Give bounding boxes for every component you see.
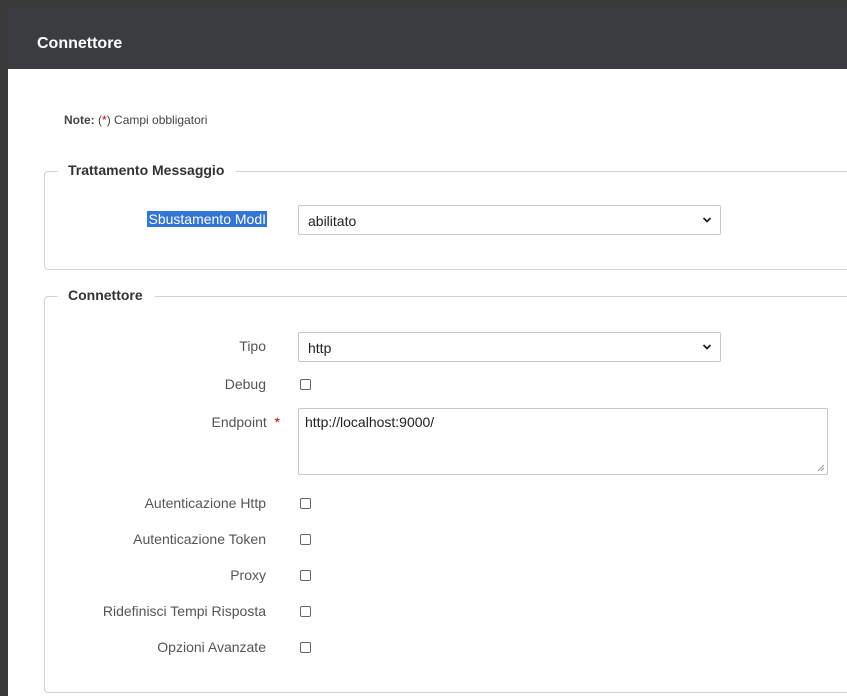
label-debug: Debug bbox=[224, 376, 266, 392]
tipo-value: http bbox=[308, 340, 332, 356]
autenticazione-token-checkbox[interactable] bbox=[300, 534, 311, 545]
page-header: Connettore bbox=[8, 8, 847, 69]
note-prefix: Note: bbox=[64, 113, 95, 127]
tipo-select[interactable]: http bbox=[298, 332, 721, 362]
autenticazione-http-checkbox[interactable] bbox=[300, 498, 311, 509]
label-endpoint-text: Endpoint bbox=[211, 414, 267, 430]
label-autenticazione-token: Autenticazione Token bbox=[133, 531, 266, 547]
label-autenticazione-http: Autenticazione Http bbox=[144, 495, 266, 511]
label-ridefinisci-tempi-risposta: Ridefinisci Tempi Risposta bbox=[102, 603, 266, 619]
resize-grip-icon[interactable] bbox=[817, 464, 825, 472]
label-endpoint: Endpoint * bbox=[211, 414, 280, 430]
label-sbustamento-modi: Sbustamento ModI bbox=[147, 211, 267, 227]
opzioni-avanzate-checkbox[interactable] bbox=[300, 642, 311, 653]
debug-checkbox[interactable] bbox=[300, 379, 311, 390]
required-fields-note: Note: (*) Campi obbligatori bbox=[64, 113, 207, 127]
label-proxy: Proxy bbox=[230, 567, 266, 583]
label-opzioni-avanzate: Opzioni Avanzate bbox=[157, 639, 266, 655]
required-star: * bbox=[274, 414, 280, 430]
label-tipo: Tipo bbox=[239, 338, 266, 354]
page-title: Connettore bbox=[37, 35, 123, 52]
chevron-down-icon bbox=[702, 344, 712, 350]
sbustamento-modi-value: abilitato bbox=[308, 213, 357, 229]
endpoint-textarea[interactable]: http://localhost:9000/ bbox=[298, 408, 828, 475]
note-text: Campi obbligatori bbox=[110, 113, 208, 127]
ridefinisci-tempi-risposta-checkbox[interactable] bbox=[300, 606, 311, 617]
proxy-checkbox[interactable] bbox=[300, 570, 311, 581]
sbustamento-modi-select[interactable]: abilitato bbox=[298, 205, 721, 235]
endpoint-value: http://localhost:9000/ bbox=[305, 414, 435, 430]
legend-trattamento-messaggio: Trattamento Messaggio bbox=[58, 162, 237, 178]
chevron-down-icon bbox=[702, 217, 712, 223]
legend-connettore: Connettore bbox=[58, 287, 155, 303]
